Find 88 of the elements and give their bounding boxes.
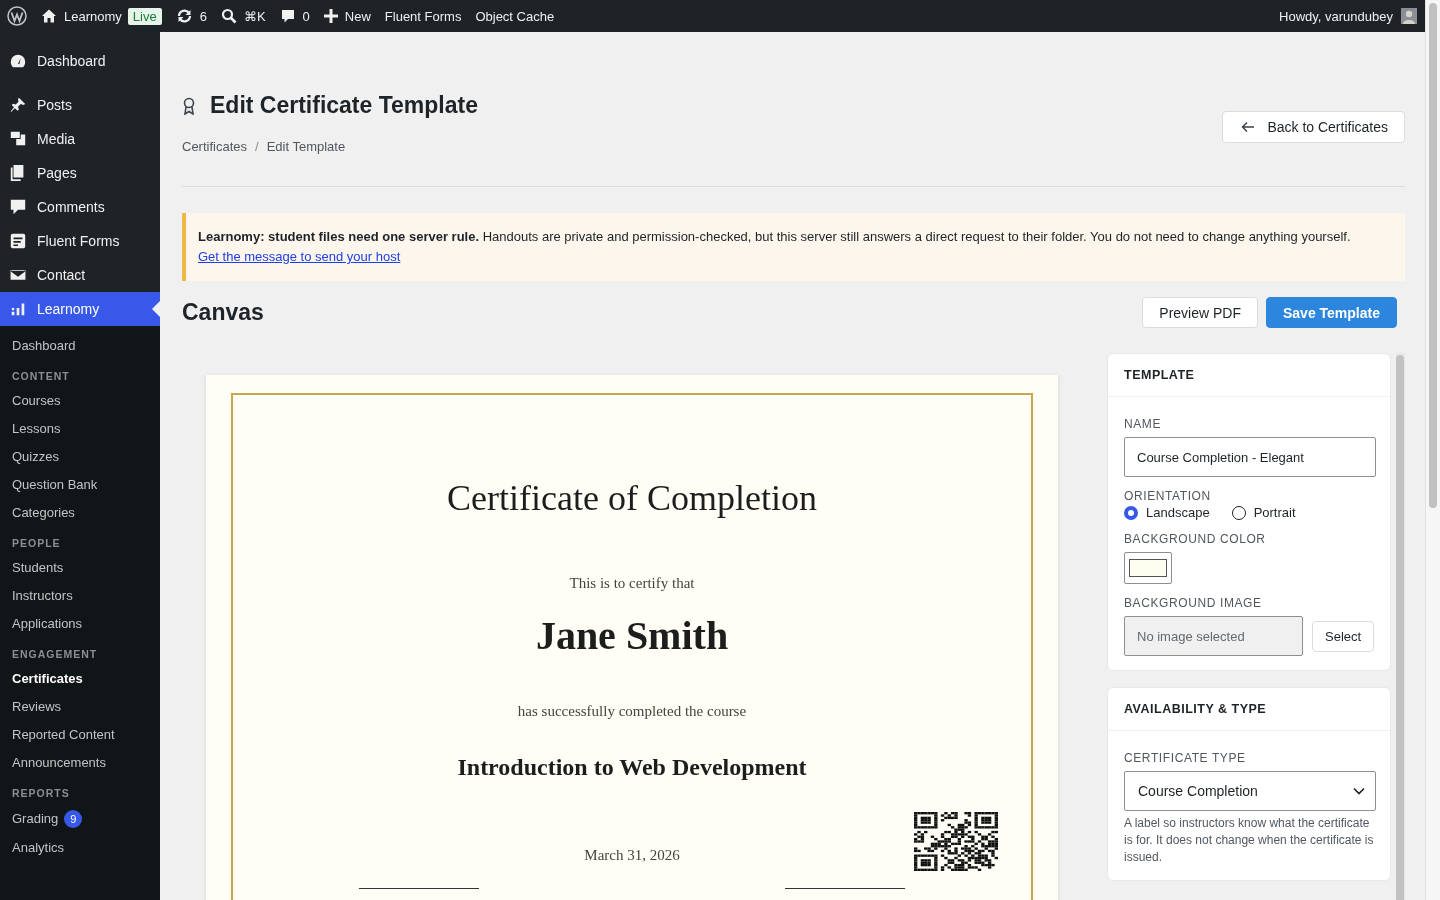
- page-title: Edit Certificate Template: [210, 92, 478, 119]
- breadcrumb-separator: /: [255, 139, 259, 154]
- certificate-title: Certificate of Completion: [447, 477, 817, 519]
- sidebar-menu-item[interactable]: Media: [0, 122, 160, 156]
- pin-icon: [9, 96, 27, 114]
- site-name-link[interactable]: Learnomy: [64, 8, 122, 24]
- sidebar-menu-item[interactable]: Dashboard: [0, 44, 160, 78]
- field-label: CERTIFICATE TYPE: [1124, 751, 1247, 765]
- sidebar-submenu-item[interactable]: Courses: [0, 387, 160, 415]
- field-label: ORIENTATION: [1124, 489, 1212, 503]
- radio-button[interactable]: [1124, 505, 1138, 520]
- sidebar-menu-item[interactable]: Pages: [0, 156, 160, 190]
- help-text: A label so instructors know what the certificate is for. It does not change when the certificate is issued.: [1124, 815, 1374, 866]
- sidebar-submenu-item[interactable]: Question Bank: [0, 471, 160, 499]
- count-badge: 9: [64, 810, 83, 828]
- environment-badge: Live: [127, 7, 162, 25]
- user-greeting[interactable]: Howdy, varundubey: [1279, 8, 1393, 24]
- image-input[interactable]: No image selected: [1124, 616, 1303, 656]
- sidebar-submenu-item[interactable]: Instructors: [0, 582, 160, 610]
- completion-text: has successfully completed the course: [517, 703, 747, 720]
- award-ribbon-icon: [182, 96, 196, 115]
- field-label: NAME: [1124, 417, 1163, 431]
- admin-bar-link[interactable]: Fluent Forms: [384, 8, 462, 24]
- sidebar-menu-item[interactable]: Learnomy: [0, 292, 160, 326]
- radio-label: Landscape: [1146, 505, 1210, 520]
- color-swatch[interactable]: [1124, 552, 1172, 584]
- sidebar-menu-item[interactable]: Comments: [0, 190, 160, 224]
- field-label: BACKGROUND COLOR: [1124, 532, 1267, 546]
- notice-text: Learnomy: student files need one server rule. Handouts are private and permission-checked, but this server still answers a direct request to their folder. You do not need to change anything yourself. Get the message to send your host: [198, 228, 1352, 266]
- sidebar-submenu-item[interactable]: Reported Content: [0, 721, 160, 749]
- sidebar-submenu-item[interactable]: Quizzes: [0, 443, 160, 471]
- chevron-down-icon: [1353, 787, 1365, 795]
- sidebar-submenu-item[interactable]: Certificates: [0, 665, 160, 693]
- scrollbar[interactable]: [1425, 0, 1440, 900]
- breadcrumb[interactable]: Certificates: [182, 139, 248, 154]
- home-icon[interactable]: [41, 8, 57, 24]
- sidebar-section-heading: CONTENT: [11, 369, 71, 384]
- sidebar-submenu-item[interactable]: Dashboard: [0, 332, 160, 360]
- certificate-date: March 31, 2026: [583, 847, 681, 864]
- form-icon: [9, 232, 27, 250]
- sidebar-submenu-item[interactable]: Reviews: [0, 693, 160, 721]
- save-button[interactable]: Save Template: [1266, 297, 1397, 328]
- sidebar-submenu-item[interactable]: Students: [0, 554, 160, 582]
- field-label: BACKGROUND IMAGE: [1124, 596, 1263, 610]
- scrollbar[interactable]: [1396, 353, 1405, 900]
- course-name: Introduction to Web Development: [457, 754, 807, 781]
- admin-bar-link[interactable]: Object Cache: [475, 8, 555, 24]
- plus-icon[interactable]: [323, 9, 338, 23]
- sidebar-submenu-item[interactable]: Announcements: [0, 749, 160, 777]
- sidebar-submenu-item[interactable]: Categories: [0, 499, 160, 527]
- sidebar-submenu-item[interactable]: Grading 9: [0, 804, 160, 834]
- left-arrow-icon: [1241, 121, 1256, 133]
- radio-button[interactable]: [1231, 505, 1246, 520]
- card-heading: AVAILABILITY & TYPE: [1108, 688, 1390, 731]
- sidebar-section-heading: ENGAGEMENT: [11, 647, 99, 662]
- comments-count[interactable]: 0: [302, 8, 310, 24]
- certificate-intro: This is to certify that: [569, 575, 695, 592]
- search-shortcut[interactable]: ⌘K: [243, 8, 266, 24]
- sidebar-submenu-item[interactable]: Applications: [0, 610, 160, 638]
- qr-code-icon: [914, 812, 998, 871]
- search-icon[interactable]: [220, 8, 237, 24]
- breadcrumb: Edit Template: [266, 139, 346, 154]
- speech-bubble-icon[interactable]: [279, 8, 296, 24]
- preview-button[interactable]: Preview PDF: [1142, 297, 1258, 328]
- new-link[interactable]: New: [344, 8, 371, 24]
- card-heading: TEMPLATE: [1108, 354, 1390, 397]
- gauge-icon: [9, 52, 27, 70]
- media-icon: [9, 130, 27, 148]
- certificate-type-select[interactable]: Course Completion: [1124, 771, 1376, 811]
- select-button[interactable]: Select: [1312, 620, 1375, 652]
- refresh-icon[interactable]: [175, 8, 193, 24]
- sidebar-section-heading: PEOPLE: [11, 536, 62, 551]
- updates-count[interactable]: 6: [199, 8, 207, 24]
- sidebar-menu-item[interactable]: Fluent Forms: [0, 224, 160, 258]
- section-heading: Canvas: [182, 299, 264, 326]
- recipient-name: Jane Smith: [535, 612, 729, 659]
- sidebar-section-heading: REPORTS: [11, 786, 71, 801]
- name-input[interactable]: Course Completion - Elegant: [1124, 437, 1376, 477]
- notice-link[interactable]: Get the message to send your host: [198, 249, 401, 264]
- back-button[interactable]: Back to Certificates: [1222, 111, 1405, 143]
- sidebar-submenu-item[interactable]: Analytics: [0, 834, 160, 862]
- menu-label: Grading: [12, 811, 59, 827]
- speech-bubble-icon: [9, 198, 27, 216]
- wordpress-logo-icon[interactable]: [7, 6, 27, 26]
- sidebar-menu-item[interactable]: Contact: [0, 258, 160, 292]
- sidebar-menu-item[interactable]: Posts: [0, 88, 160, 122]
- sidebar-submenu-item[interactable]: Lessons: [0, 415, 160, 443]
- radio-label: Portrait: [1253, 505, 1296, 520]
